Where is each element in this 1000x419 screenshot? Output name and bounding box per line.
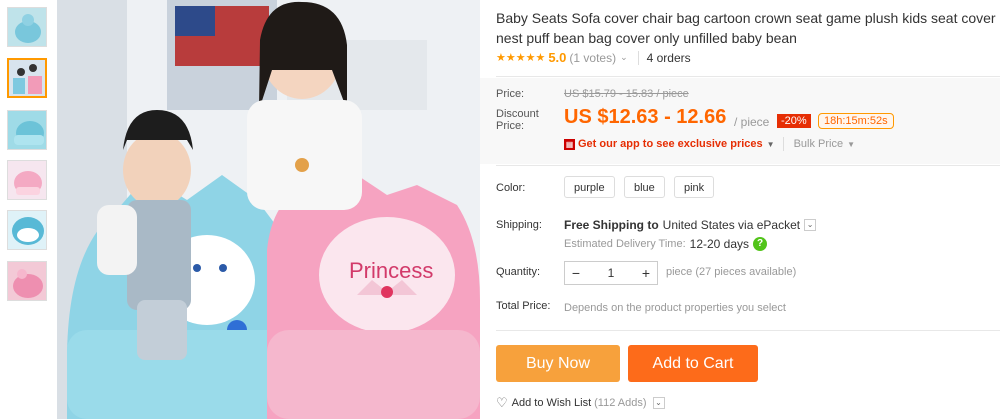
decrease-quantity-button[interactable]: − bbox=[565, 265, 587, 281]
color-option-purple[interactable]: purple bbox=[564, 176, 615, 198]
thumbnail-3[interactable] bbox=[7, 110, 47, 150]
thumbnail-6[interactable] bbox=[7, 261, 47, 301]
princess-lettering: Princess bbox=[349, 258, 433, 283]
add-to-cart-button[interactable]: Add to Cart bbox=[628, 345, 758, 382]
divider bbox=[637, 50, 639, 65]
discount-label: Discount bbox=[496, 108, 539, 120]
caret-down-icon[interactable]: ▼ bbox=[847, 140, 855, 149]
discount-label-2: Price: bbox=[496, 120, 525, 132]
caret-down-icon[interactable]: ▼ bbox=[767, 140, 775, 149]
thumbnail-5[interactable] bbox=[7, 210, 47, 250]
price-label: Price: bbox=[496, 88, 525, 100]
star-rating-icon: ★★★★★ bbox=[496, 52, 546, 64]
help-icon[interactable]: ? bbox=[753, 237, 768, 251]
thumbnail-strip bbox=[0, 0, 56, 419]
divider bbox=[496, 165, 1000, 166]
chevron-down-icon[interactable]: ⌄ bbox=[620, 52, 628, 63]
bulk-price-link[interactable]: Bulk Price bbox=[794, 138, 844, 150]
quantity-input[interactable]: 1 bbox=[587, 266, 635, 280]
app-promo-link[interactable]: Get our app to see exclusive prices bbox=[578, 138, 763, 150]
total-price-label: Total Price: bbox=[496, 300, 551, 312]
buy-now-button[interactable]: Buy Now bbox=[496, 345, 620, 382]
wishlist-row: ♡ Add to Wish List (112 Adds) ⌄ bbox=[496, 395, 665, 411]
chevron-down-icon[interactable]: ⌄ bbox=[652, 397, 665, 409]
divider bbox=[496, 330, 1000, 331]
wishlist-count: (112 Adds) bbox=[594, 397, 647, 409]
delivery-info: Estimated Delivery Time: 12-20 days ? bbox=[564, 237, 768, 251]
color-option-pink[interactable]: pink bbox=[674, 176, 715, 198]
delivery-days: 12-20 days bbox=[689, 237, 750, 251]
free-shipping-text: Free Shipping to bbox=[564, 218, 659, 232]
thumbnail-4[interactable] bbox=[7, 160, 47, 200]
divider bbox=[782, 137, 784, 151]
heart-icon[interactable]: ♡ bbox=[496, 395, 508, 411]
votes-link[interactable]: (1 votes) bbox=[569, 51, 616, 65]
add-to-wishlist-link[interactable]: Add to Wish List bbox=[512, 397, 591, 409]
rating-value: 5.0 bbox=[548, 50, 567, 65]
divider bbox=[496, 76, 1000, 77]
shipping-info: Free Shipping to United States via ePack… bbox=[564, 218, 817, 232]
app-promo-row: ▦ Get our app to see exclusive prices ▼ … bbox=[564, 137, 855, 151]
color-label: Color: bbox=[496, 182, 526, 194]
discount-price: US $12.63 - 12.66 bbox=[564, 106, 727, 128]
quantity-stepper: − 1 + bbox=[564, 261, 658, 285]
total-price-text: Depends on the product properties you se… bbox=[564, 302, 786, 314]
main-product-image[interactable]: Princess bbox=[57, 0, 480, 419]
original-price: US $15.79 - 15.83 / piece bbox=[564, 88, 689, 100]
orders-count: 4 orders bbox=[646, 50, 691, 65]
product-title: Baby Seats Sofa cover chair bag cartoon … bbox=[496, 10, 996, 46]
shipping-destination[interactable]: United States via ePacket bbox=[663, 218, 800, 232]
price-unit: / piece bbox=[734, 115, 770, 129]
color-option-blue[interactable]: blue bbox=[624, 176, 665, 198]
discount-badge: -20% bbox=[777, 114, 811, 128]
qr-code-icon: ▦ bbox=[564, 138, 575, 150]
rating-row: ★★★★★ 5.0 (1 votes) ⌄ 4 orders bbox=[496, 50, 691, 65]
chevron-down-icon[interactable]: ⌄ bbox=[804, 219, 817, 231]
thumbnail-1[interactable] bbox=[7, 7, 47, 47]
countdown-timer: 18h:15m:52s bbox=[818, 113, 894, 129]
thumbnail-2[interactable] bbox=[7, 58, 47, 98]
product-info-panel: Baby Seats Sofa cover chair bag cartoon … bbox=[480, 0, 1000, 419]
shipping-label: Shipping: bbox=[496, 219, 542, 231]
available-pieces: piece (27 pieces available) bbox=[666, 266, 797, 278]
quantity-label: Quantity: bbox=[496, 266, 541, 278]
increase-quantity-button[interactable]: + bbox=[635, 265, 657, 281]
delivery-label: Estimated Delivery Time: bbox=[564, 238, 686, 250]
